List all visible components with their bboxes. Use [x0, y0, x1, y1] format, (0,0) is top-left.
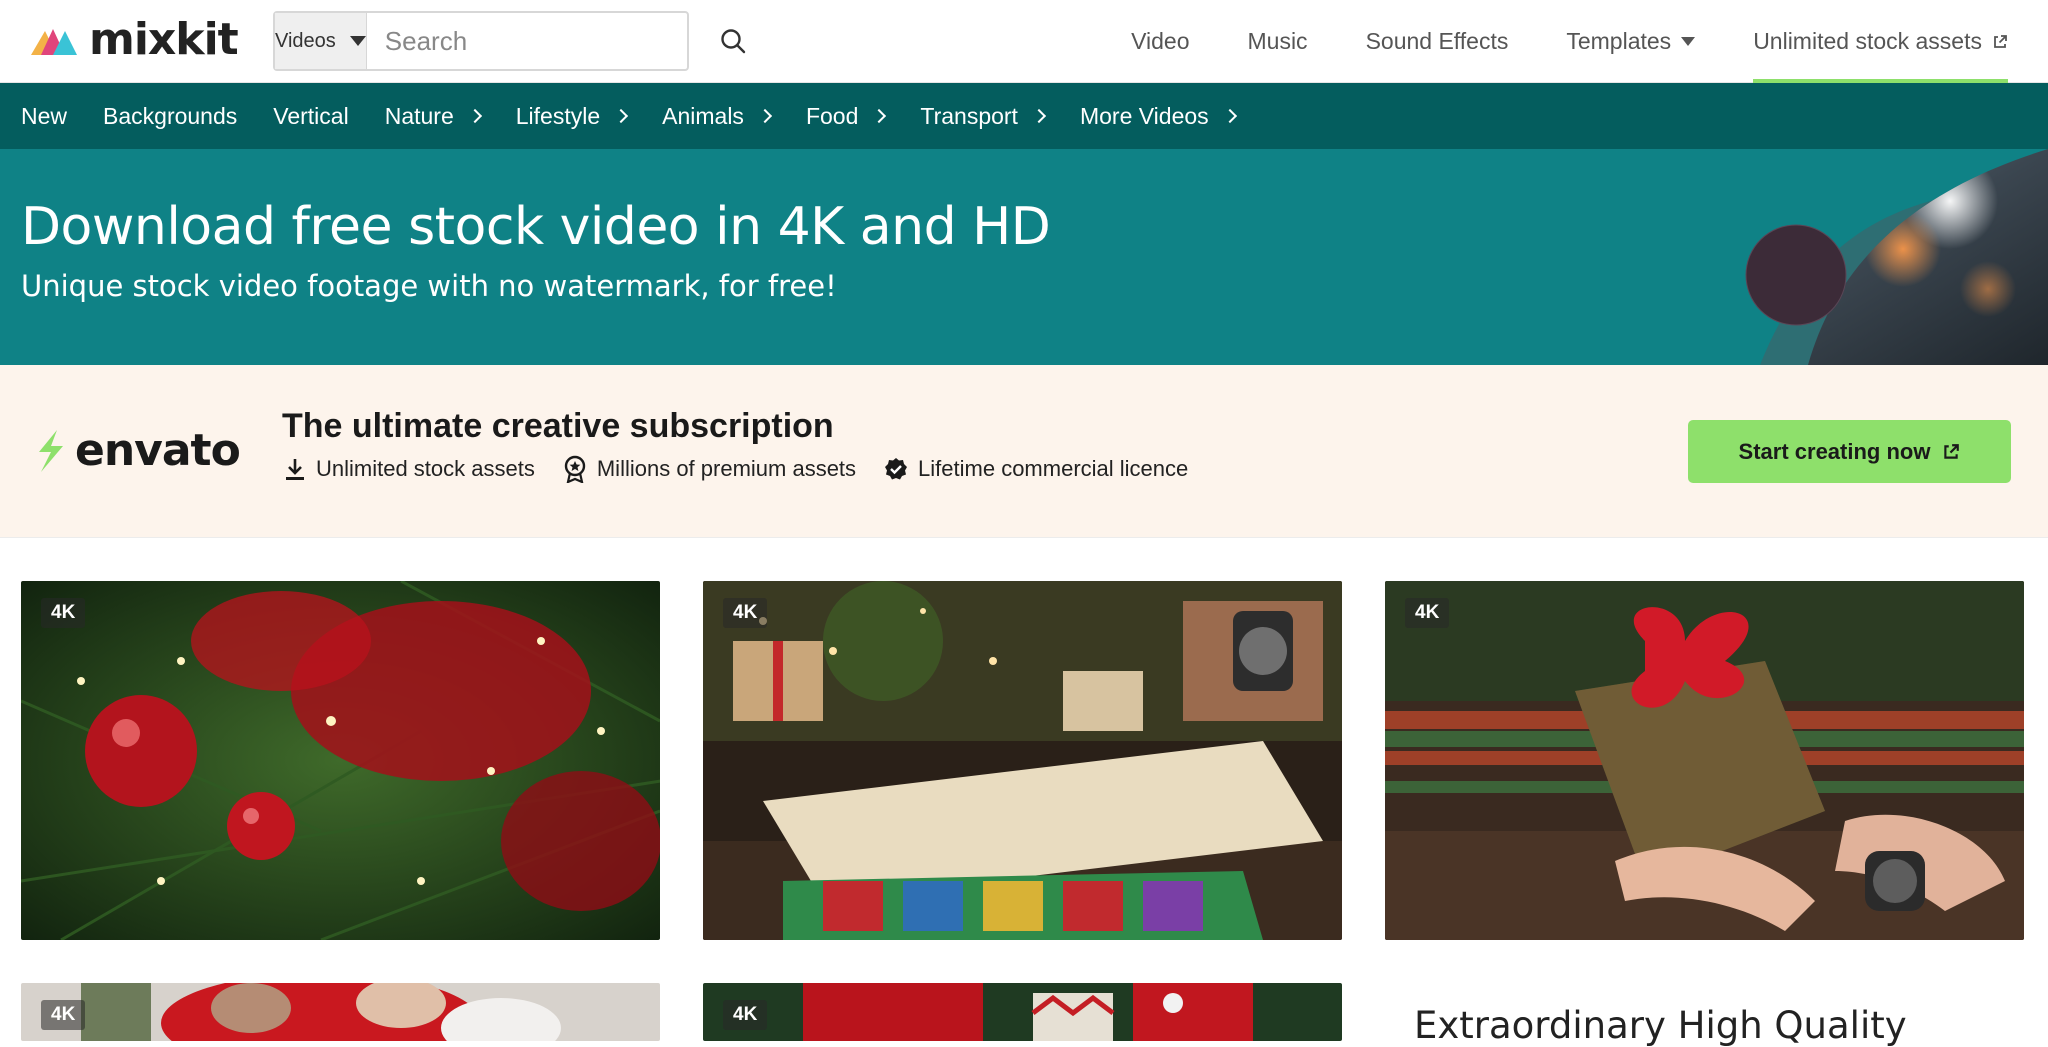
- start-creating-button[interactable]: Start creating now: [1688, 420, 2011, 483]
- category-vertical[interactable]: Vertical: [273, 103, 348, 130]
- category-label: Transport: [920, 102, 1018, 129]
- promo-feature-licence: Lifetime commercial licence: [884, 455, 1188, 483]
- caret-down-icon: [1681, 37, 1696, 46]
- search-type-label: Videos: [275, 29, 336, 52]
- category-label: Backgrounds: [103, 102, 238, 129]
- promo-title: The ultimate creative subscription: [282, 407, 834, 445]
- category-animals[interactable]: Animals: [662, 102, 773, 130]
- promo-feature-label: Millions of premium assets: [596, 456, 857, 481]
- video-thumbnail-image: [1385, 581, 2024, 940]
- promo-feature-label: Unlimited stock assets: [316, 456, 535, 481]
- download-icon: [286, 459, 304, 480]
- chevron-right-icon: [872, 108, 887, 124]
- promo-feature-unlimited: Unlimited stock assets: [284, 455, 535, 483]
- external-link-icon: [1944, 443, 1960, 459]
- search-type-dropdown[interactable]: Videos: [275, 13, 367, 69]
- chevron-right-icon: [1222, 108, 1237, 124]
- category-label: Food: [805, 102, 859, 129]
- video-thumbnail-gift-bow[interactable]: 4K: [1385, 581, 2024, 940]
- nav-music[interactable]: Music: [1248, 0, 1308, 83]
- category-label: Animals: [662, 102, 744, 129]
- video-thumbnail-santa-hat[interactable]: 4K: [21, 983, 660, 1041]
- category-backgrounds[interactable]: Backgrounds: [103, 103, 237, 130]
- category-nature[interactable]: Nature: [384, 102, 482, 130]
- video-quality-badge: 4K: [41, 1000, 86, 1030]
- video-thumbnail-christmas-decor[interactable]: 4K: [703, 983, 1342, 1041]
- search-button[interactable]: [720, 13, 746, 69]
- category-food[interactable]: Food: [805, 102, 887, 130]
- search-bar: Videos: [273, 11, 745, 71]
- category-transport[interactable]: Transport: [920, 102, 1047, 130]
- video-thumbnail-image: [703, 983, 1342, 1041]
- external-link-icon: [1994, 34, 2007, 48]
- category-label: Nature: [384, 102, 454, 129]
- nav-unlimited-stock-assets[interactable]: Unlimited stock assets: [1753, 0, 2008, 83]
- promo-feature-premium: Millions of premium assets: [563, 455, 856, 483]
- category-bar: New Backgrounds Vertical Nature Lifestyl…: [0, 83, 2048, 149]
- chevron-right-icon: [467, 108, 482, 124]
- top-header: mixkit Videos Video Music Sound Effects …: [0, 0, 2048, 83]
- envato-leaf-icon: [39, 429, 63, 472]
- category-new[interactable]: New: [21, 103, 67, 130]
- video-thumbnail-image: [21, 581, 660, 940]
- envato-promo-banner: envato The ultimate creative subscriptio…: [0, 365, 2048, 538]
- search-input[interactable]: [366, 13, 720, 69]
- nav-templates[interactable]: Templates: [1566, 0, 1696, 83]
- promo-feature-label: Lifetime commercial licence: [918, 456, 1189, 481]
- start-creating-label: Start creating now: [1738, 438, 1931, 464]
- category-more-videos[interactable]: More Videos: [1079, 102, 1237, 130]
- nav-unlimited-label: Unlimited stock assets: [1753, 28, 1982, 54]
- main-nav: Video Music Sound Effects Templates Unli…: [1131, 0, 2008, 83]
- category-label: Lifestyle: [515, 102, 601, 129]
- hero-title: Download free stock video in 4K and HD: [21, 197, 1051, 257]
- mixkit-logo[interactable]: mixkit: [31, 14, 239, 65]
- nav-sound-effects[interactable]: Sound Effects: [1366, 0, 1509, 83]
- category-label: More Videos: [1079, 102, 1209, 129]
- nav-video[interactable]: Video: [1131, 0, 1189, 83]
- video-quality-badge: 4K: [41, 598, 86, 628]
- verified-check-icon: [885, 458, 908, 480]
- video-thumbnail-image: [703, 581, 1342, 940]
- nav-sound-effects-label: Sound Effects: [1365, 28, 1509, 54]
- chevron-right-icon: [757, 108, 773, 124]
- mixkit-logo-text: mixkit: [89, 14, 239, 65]
- nav-video-label: Video: [1131, 28, 1190, 54]
- video-thumbnail-christmas-tree[interactable]: 4K: [21, 581, 660, 940]
- category-label: Vertical: [273, 102, 349, 129]
- envato-logo[interactable]: envato: [33, 425, 241, 476]
- nav-templates-label: Templates: [1566, 28, 1672, 54]
- mixkit-logo-mark-icon: [31, 29, 77, 55]
- search-icon: [721, 29, 745, 54]
- chevron-right-icon: [614, 108, 629, 124]
- hero-decorative-image: [1745, 149, 2048, 365]
- video-quality-badge: 4K: [1405, 598, 1450, 628]
- video-quality-badge: 4K: [723, 1000, 768, 1030]
- video-thumbnail-wrapping-gift[interactable]: 4K: [703, 581, 1342, 940]
- video-quality-badge: 4K: [723, 598, 768, 628]
- chevron-right-icon: [1031, 108, 1047, 124]
- caret-down-icon: [349, 36, 366, 46]
- hero-banner: Download free stock video in 4K and HD U…: [0, 149, 2048, 365]
- category-label: New: [21, 102, 68, 129]
- hero-subtitle: Unique stock video footage with no water…: [21, 269, 837, 303]
- nav-music-label: Music: [1247, 28, 1308, 54]
- envato-logo-text: envato: [75, 425, 241, 476]
- award-icon: [564, 455, 586, 483]
- promo-features: Unlimited stock assets Millions of premi…: [284, 455, 1188, 483]
- video-thumbnail-image: [21, 983, 660, 1041]
- category-lifestyle[interactable]: Lifestyle: [515, 102, 629, 130]
